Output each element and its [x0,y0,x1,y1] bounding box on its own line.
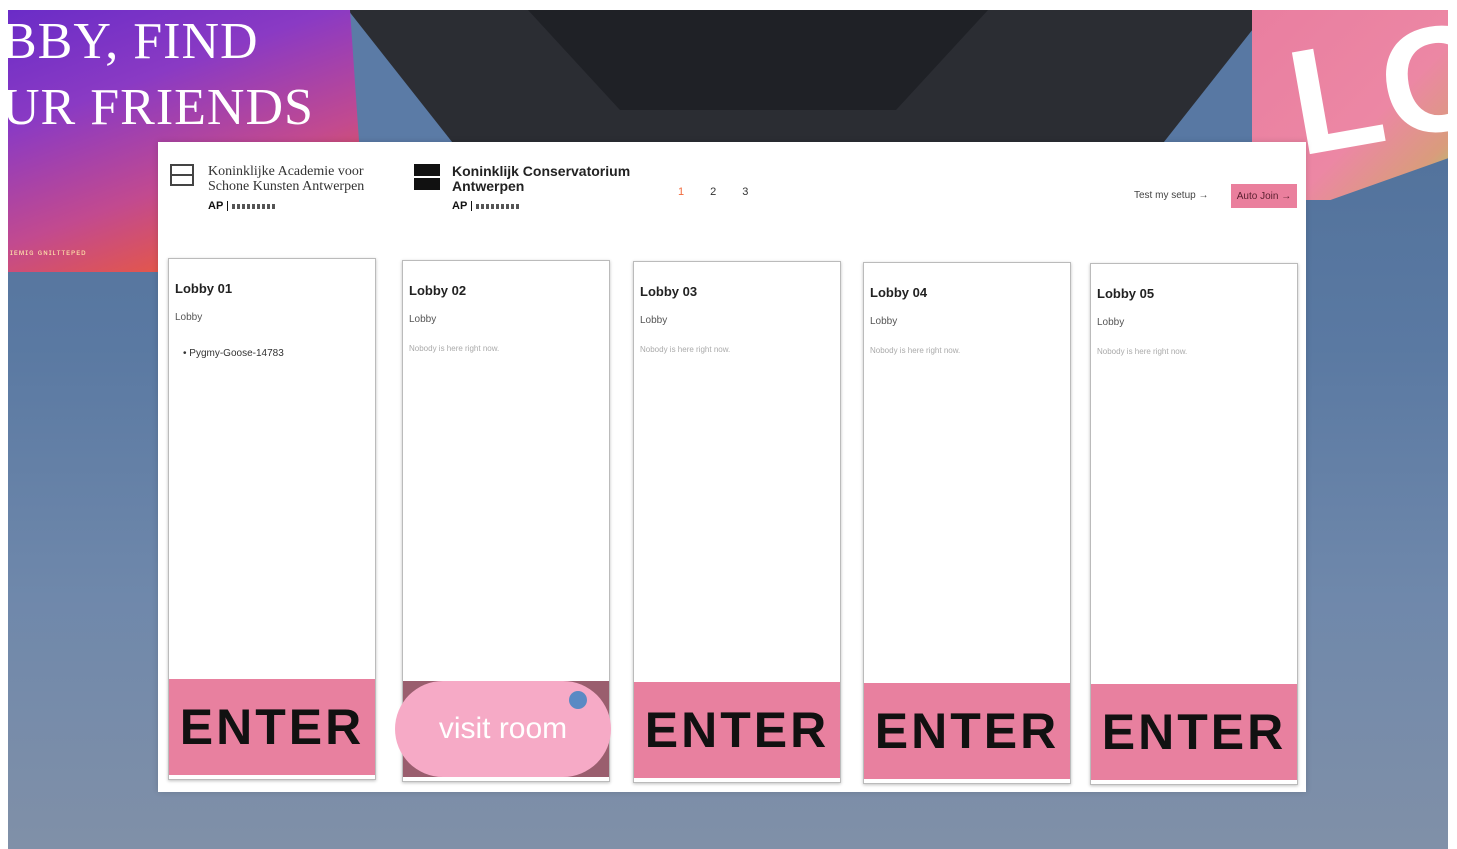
visit-room-area: visit room [395,681,611,777]
logo-conservatorium[interactable]: Koninklijk Conservatorium Antwerpen AP [414,164,630,212]
enter-button[interactable]: ENTER [634,682,840,778]
participant-item: Pygmy-Goose-14783 [183,348,284,359]
3d-scene: BBY, FIND UR FRIENDS ɪᴇᴍɪɢ ɢɴɪʟᴛᴛᴇᴘᴇᴅ LO… [8,10,1448,849]
page-1[interactable]: 1 [678,186,684,198]
ap-logo-small-text-2 [476,203,521,209]
lobby-title: Lobby 05 [1097,286,1155,301]
logo-conserv-line2: Antwerpen [452,178,525,194]
empty-message: Nobody is here right now. [640,345,731,354]
lobby-card-01: Lobby 01 Lobby Pygmy-Goose-14783 ENTER [168,258,376,780]
lobby-title: Lobby 04 [870,285,928,300]
enter-button[interactable]: ENTER [169,679,375,775]
lobby-title: Lobby 03 [640,284,698,299]
page-3[interactable]: 3 [742,186,748,198]
empty-message: Nobody is here right now. [409,344,500,353]
conservatorium-logo-icon [414,164,440,190]
lobby-subtitle: Lobby [1097,317,1125,328]
page-2[interactable]: 2 [710,186,716,198]
test-setup-link[interactable]: Test my setup → [1134,190,1208,201]
lobby-card-05: Lobby 05 Lobby Nobody is here right now.… [1090,263,1298,785]
lobby-card-04: Lobby 04 Lobby Nobody is here right now.… [863,262,1071,784]
lobby-subtitle: Lobby [640,315,668,326]
poster-left-small: ɪᴇᴍɪɢ ɢɴɪʟᴛᴛᴇᴘᴇᴅ [10,248,87,257]
lobby-subtitle: Lobby [409,314,437,325]
empty-message: Nobody is here right now. [870,346,961,355]
cursor-dot-icon [569,691,587,709]
lobby-subtitle: Lobby [175,312,203,323]
ap-logo-text: AP [208,200,224,212]
participant-list: Pygmy-Goose-14783 [183,348,284,359]
auto-join-button[interactable]: Auto Join → [1231,184,1297,208]
poster-left-line1: BBY, FIND [8,13,259,70]
ap-logo-divider-2 [471,201,473,211]
ap-logo-divider [227,201,229,211]
lobby-card-03: Lobby 03 Lobby Nobody is here right now.… [633,261,841,783]
logo-academie-line1: Koninklijke Academie voor [208,164,364,179]
academie-logo-icon [170,164,194,186]
logo-academie[interactable]: Koninklijke Academie voor Schone Kunsten… [170,164,364,212]
logo-academie-line2: Schone Kunsten Antwerpen [208,179,365,194]
lobby-title: Lobby 02 [409,283,467,298]
logo-conserv-line1: Koninklijk Conservatorium [452,163,631,179]
ap-logo-small-text [232,203,277,209]
enter-button[interactable]: ENTER [1091,684,1297,780]
pagination: 1 2 3 [678,186,748,198]
lobby-title: Lobby 01 [175,281,233,296]
poster-left-line2: UR FRIENDS [8,79,314,136]
ap-logo-text-2: AP [452,200,468,212]
empty-message: Nobody is here right now. [1097,347,1188,356]
lobby-subtitle: Lobby [870,316,898,327]
enter-button[interactable]: ENTER [864,683,1070,779]
lobby-card-02: Lobby 02 Lobby Nobody is here right now.… [395,260,611,782]
lobby-panel: Koninklijke Academie voor Schone Kunsten… [158,142,1306,792]
